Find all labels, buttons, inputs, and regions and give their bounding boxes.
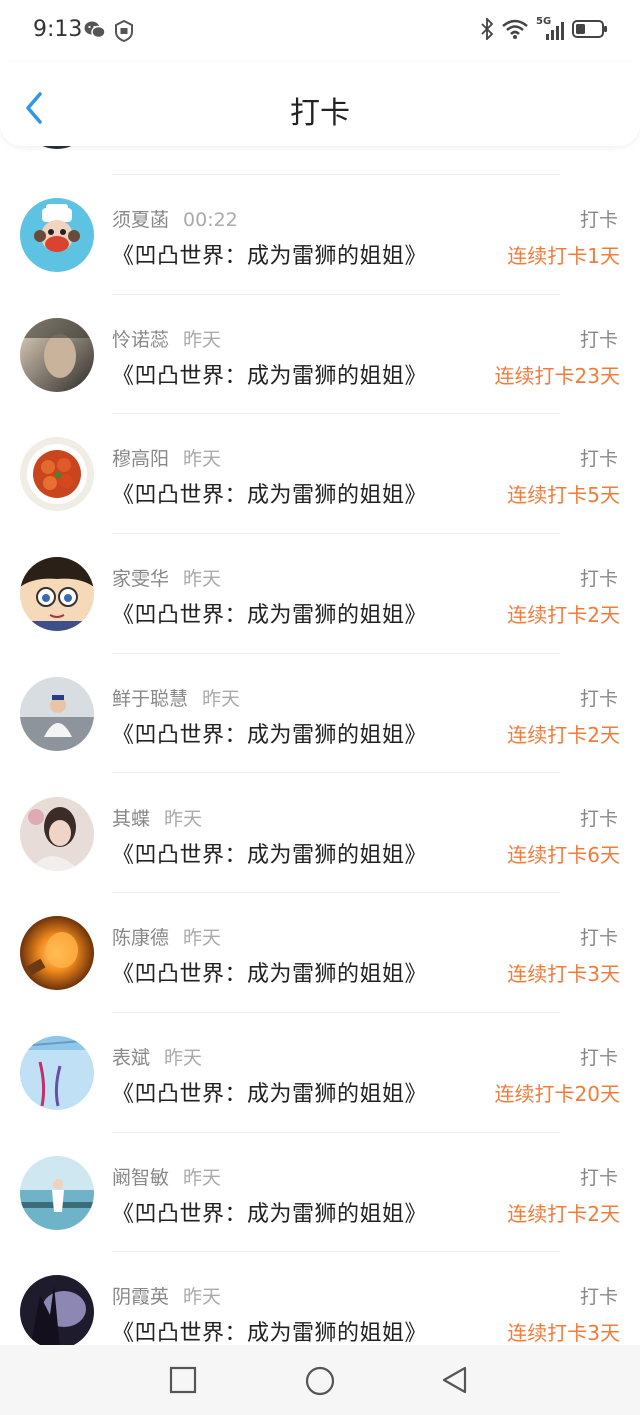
book-title[interactable]: 《凹凸世界：成为雷狮的姐姐》: [112, 837, 427, 869]
checkin-list[interactable]: 须夏菡 00:22 《凹凸世界：成为雷狮的姐姐》 打卡 连续打卡1天 怜诺蕊 昨天 《凹凸世界…: [0, 140, 640, 1345]
book-title[interactable]: 《凹凸世界：成为雷狮的姐姐》: [112, 1076, 427, 1108]
header: 打卡: [0, 62, 640, 146]
checkin-label: 打卡: [579, 448, 618, 471]
book-title[interactable]: 《凹凸世界：成为雷狮的姐姐》: [112, 597, 427, 629]
avatar[interactable]: [20, 916, 94, 991]
avatar[interactable]: [20, 796, 94, 871]
wechat-icon: [84, 21, 106, 39]
checkin-label: 打卡: [579, 568, 618, 591]
checkin-label: 打卡: [579, 1166, 618, 1189]
list-item[interactable]: 陈康德 昨天《凹凸世界：成为雷狮的姐姐》 打卡连续打卡3天: [0, 893, 640, 1013]
list-item[interactable]: 其蝶 昨天《凹凸世界：成为雷狮的姐姐》 打卡连续打卡6天: [0, 774, 640, 894]
book-title[interactable]: 《凹凸世界：成为雷狮的姐姐》: [112, 238, 427, 270]
recents-square-icon: [169, 1366, 197, 1394]
book-title[interactable]: 《凹凸世界：成为雷狮的姐姐》: [112, 477, 427, 509]
user-name[interactable]: 穆高阳: [112, 448, 169, 470]
checkin-label: 打卡: [579, 1286, 618, 1309]
list-item[interactable]: 家雯华 昨天《凹凸世界：成为雷狮的姐姐》 打卡连续打卡2天: [0, 534, 640, 654]
book-title[interactable]: 《凹凸世界：成为雷狮的姐姐》: [112, 717, 427, 749]
book-title[interactable]: 《凹凸世界：成为雷狮的姐姐》: [112, 1196, 427, 1228]
book-title[interactable]: 《凹凸世界：成为雷狮的姐姐》: [112, 358, 427, 390]
book-title[interactable]: 《凹凸世界：成为雷狮的姐姐》: [112, 956, 427, 988]
streak-label: 连续打卡23天: [494, 363, 620, 388]
user-name[interactable]: 其蝶: [112, 808, 150, 830]
checkin-time: 昨天: [164, 1046, 203, 1069]
home-button[interactable]: [304, 1365, 335, 1396]
checkin-label: 打卡: [579, 209, 618, 231]
status-bar: 9:13 5G: [0, 0, 640, 62]
avatar[interactable]: [20, 317, 94, 392]
list-item[interactable]: 阚智敏 昨天《凹凸世界：成为雷狮的姐姐》 打卡连续打卡2天: [0, 1133, 640, 1253]
network-label: 5G: [536, 16, 552, 27]
streak-label: 连续打卡3天: [507, 1321, 620, 1345]
avatar[interactable]: [20, 437, 94, 512]
signal-5g-icon: 5G: [536, 16, 564, 40]
checkin-time: 昨天: [183, 448, 222, 471]
avatar[interactable]: [20, 1035, 94, 1110]
streak-label: 连续打卡3天: [507, 962, 620, 987]
streak-label: 连续打卡20天: [494, 1081, 620, 1106]
list-item[interactable]: 表斌 昨天《凹凸世界：成为雷狮的姐姐》 打卡连续打卡20天: [0, 1013, 640, 1133]
list-item[interactable]: 阴霞英 昨天《凹凸世界：成为雷狮的姐姐》 打卡连续打卡3天: [0, 1252, 640, 1345]
user-name[interactable]: 阚智敏: [112, 1167, 169, 1189]
list-item[interactable]: 鲜于聪慧 昨天《凹凸世界：成为雷狮的姐姐》 打卡连续打卡2天: [0, 654, 640, 774]
shield-app-icon: [115, 20, 133, 42]
status-time: 9:13: [33, 17, 83, 42]
user-name[interactable]: 陈康德: [112, 927, 169, 949]
checkin-time: 昨天: [183, 1166, 222, 1189]
recents-button[interactable]: [168, 1365, 198, 1395]
checkin-time: 昨天: [183, 328, 222, 351]
list-item[interactable]: 穆高阳 昨天《凹凸世界：成为雷狮的姐姐》 打卡连续打卡5天: [0, 414, 640, 535]
checkin-time: 00:22: [183, 209, 238, 231]
avatar[interactable]: [20, 198, 94, 272]
streak-label: 连续打卡2天: [507, 722, 620, 747]
checkin-time: 昨天: [164, 807, 203, 830]
navigation-bar: [0, 1345, 640, 1415]
user-name[interactable]: 阴霞英: [112, 1286, 169, 1308]
home-circle-icon: [305, 1366, 335, 1396]
checkin-label: 打卡: [579, 927, 618, 950]
avatar[interactable]: [20, 676, 94, 751]
streak-label: 连续打卡5天: [507, 483, 620, 508]
user-name[interactable]: 须夏菡: [112, 209, 169, 231]
checkin-label: 打卡: [579, 687, 618, 710]
avatar[interactable]: [20, 557, 94, 632]
streak-label: 连续打卡1天: [507, 244, 620, 268]
avatar[interactable]: [20, 1155, 94, 1230]
checkin-time: 昨天: [183, 1286, 222, 1309]
list-item[interactable]: 怜诺蕊 昨天《凹凸世界：成为雷狮的姐姐》 打卡连续打卡23天: [0, 295, 640, 415]
user-name[interactable]: 怜诺蕊: [112, 329, 169, 351]
wifi-icon: [502, 19, 528, 39]
list-item[interactable]: 须夏菡 00:22 《凹凸世界：成为雷狮的姐姐》 打卡连续打卡1天: [0, 175, 640, 295]
bluetooth-icon: [481, 18, 494, 40]
back-nav-button[interactable]: [440, 1365, 470, 1395]
avatar[interactable]: [20, 1275, 94, 1345]
checkin-time: 昨天: [183, 927, 222, 950]
back-triangle-icon: [442, 1366, 467, 1394]
checkin-label: 打卡: [579, 328, 618, 351]
streak-label: 连续打卡2天: [507, 1201, 620, 1226]
checkin-time: 昨天: [183, 568, 222, 591]
checkin-label: 打卡: [579, 807, 618, 830]
battery-icon: [572, 20, 607, 38]
checkin-label: 打卡: [579, 1046, 618, 1069]
page-title: 打卡: [290, 96, 350, 131]
user-name[interactable]: 表斌: [112, 1047, 150, 1069]
book-title[interactable]: 《凹凸世界：成为雷狮的姐姐》: [112, 1315, 427, 1345]
user-name[interactable]: 家雯华: [112, 568, 169, 590]
streak-label: 连续打卡2天: [507, 603, 620, 628]
streak-label: 连续打卡6天: [507, 842, 620, 867]
user-name[interactable]: 鲜于聪慧: [112, 688, 188, 710]
checkin-time: 昨天: [202, 687, 241, 710]
